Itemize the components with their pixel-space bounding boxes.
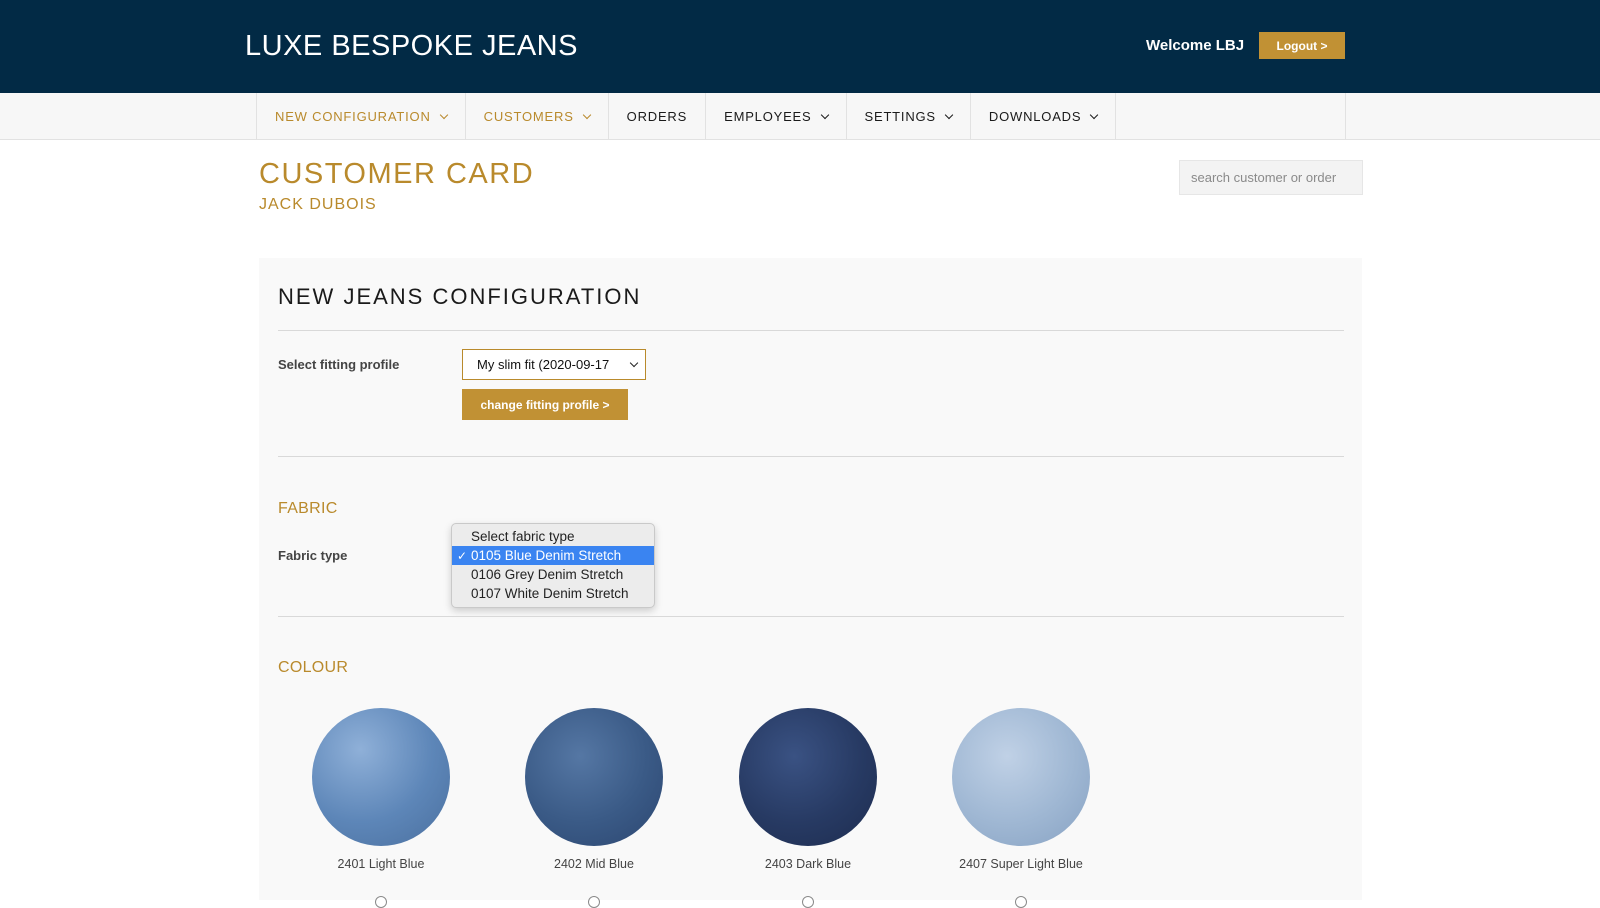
divider bbox=[278, 456, 1344, 457]
nav-item-customers[interactable]: CUSTOMERS bbox=[466, 93, 609, 140]
fitting-profile-value: My slim fit (2020-09-17 bbox=[477, 357, 610, 372]
colour-option[interactable]: 2407 Super Light Blue bbox=[952, 708, 1090, 871]
change-fitting-profile-button[interactable]: change fitting profile > bbox=[462, 389, 628, 420]
divider bbox=[278, 616, 1344, 617]
nav-item-downloads[interactable]: DOWNLOADS bbox=[971, 93, 1117, 140]
fabric-type-dropdown[interactable]: Select fabric type ✓ 0105 Blue Denim Str… bbox=[451, 523, 655, 608]
option-label: 0105 Blue Denim Stretch bbox=[471, 548, 622, 563]
option-label: 0106 Grey Denim Stretch bbox=[471, 567, 624, 582]
colour-radio[interactable] bbox=[1015, 896, 1027, 908]
colour-swatch[interactable] bbox=[952, 708, 1090, 846]
fabric-option-selected[interactable]: ✓ 0105 Blue Denim Stretch bbox=[452, 546, 654, 565]
nav-item-new-configuration[interactable]: NEW CONFIGURATION bbox=[257, 93, 466, 140]
brand-logo[interactable]: LUXE BESPOKE JEANS bbox=[245, 30, 578, 63]
chevron-down-icon bbox=[944, 110, 954, 119]
fitting-profile-select[interactable]: My slim fit (2020-09-17 bbox=[462, 349, 646, 380]
logout-button[interactable]: Logout > bbox=[1259, 32, 1345, 59]
option-label: Select fabric type bbox=[471, 529, 575, 544]
divider bbox=[278, 330, 1344, 331]
nav-item-employees[interactable]: EMPLOYEES bbox=[706, 93, 847, 140]
configuration-panel: NEW JEANS CONFIGURATION Select fitting p… bbox=[259, 258, 1362, 908]
panel-title: NEW JEANS CONFIGURATION bbox=[278, 284, 642, 309]
nav-item-orders[interactable]: ORDERS bbox=[609, 93, 707, 140]
checkmark-icon: ✓ bbox=[457, 548, 468, 563]
page-title: CUSTOMER CARD bbox=[259, 158, 535, 190]
colour-label: 2401 Light Blue bbox=[337, 857, 425, 871]
fitting-profile-label: Select fitting profile bbox=[278, 357, 400, 372]
colour-radio[interactable] bbox=[375, 896, 387, 908]
chevron-down-icon bbox=[629, 358, 639, 368]
colour-option[interactable]: 2403 Dark Blue bbox=[739, 708, 877, 871]
fabric-type-label: Fabric type bbox=[278, 548, 348, 563]
nav-label: DOWNLOADS bbox=[988, 109, 1082, 124]
colour-swatch[interactable] bbox=[739, 708, 877, 846]
fabric-option[interactable]: 0106 Grey Denim Stretch bbox=[452, 565, 654, 584]
colour-swatch[interactable] bbox=[525, 708, 663, 846]
colour-radio[interactable] bbox=[802, 896, 814, 908]
nav-items: NEW CONFIGURATION CUSTOMERS ORDERS EMPLO… bbox=[256, 93, 1346, 140]
colour-label: 2403 Dark Blue bbox=[764, 857, 852, 871]
chevron-down-icon bbox=[820, 110, 829, 119]
fabric-heading: FABRIC bbox=[278, 500, 338, 517]
option-label: 0107 White Denim Stretch bbox=[471, 586, 629, 601]
nav-label: SETTINGS bbox=[864, 109, 936, 124]
colour-label: 2407 Super Light Blue bbox=[959, 857, 1083, 871]
colour-swatch[interactable] bbox=[312, 708, 450, 846]
nav-label: ORDERS bbox=[626, 109, 688, 124]
chevron-down-icon bbox=[439, 110, 448, 119]
colour-label: 2402 Mid Blue bbox=[554, 857, 634, 871]
nav-label: CUSTOMERS bbox=[483, 109, 574, 124]
fabric-option[interactable]: 0107 White Denim Stretch bbox=[452, 584, 654, 603]
main-nav: NEW CONFIGURATION CUSTOMERS ORDERS EMPLO… bbox=[0, 93, 1600, 140]
nav-label: NEW CONFIGURATION bbox=[275, 109, 431, 124]
colour-option[interactable]: 2401 Light Blue bbox=[312, 708, 450, 871]
fabric-option[interactable]: Select fabric type bbox=[452, 527, 654, 546]
nav-label: EMPLOYEES bbox=[724, 109, 812, 124]
colour-radio[interactable] bbox=[588, 896, 600, 908]
welcome-text: Welcome LBJ bbox=[1146, 37, 1245, 54]
search-input[interactable] bbox=[1179, 160, 1363, 195]
chevron-down-icon bbox=[582, 110, 591, 119]
colour-option[interactable]: 2402 Mid Blue bbox=[525, 708, 663, 871]
nav-item-settings[interactable]: SETTINGS bbox=[847, 93, 971, 140]
customer-name: JACK DUBOIS bbox=[259, 196, 377, 213]
colour-heading: COLOUR bbox=[278, 659, 349, 676]
chevron-down-icon bbox=[1090, 110, 1099, 119]
top-header: LUXE BESPOKE JEANS Welcome LBJ Logout > bbox=[0, 0, 1600, 93]
